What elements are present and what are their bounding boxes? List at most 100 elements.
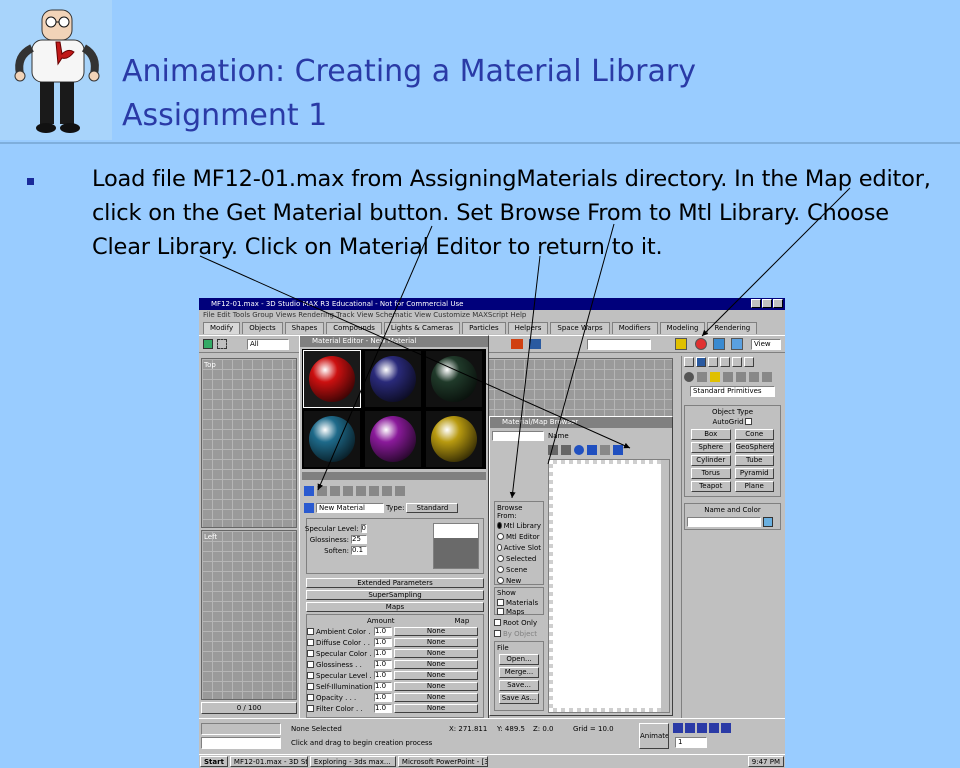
create-tab-icon[interactable]: [684, 356, 694, 367]
primitive-cylinder-button[interactable]: Cylinder: [691, 455, 731, 466]
utilities-tab-icon[interactable]: [744, 356, 754, 367]
update-scene-icon[interactable]: [587, 445, 597, 455]
material-name-field[interactable]: New Material: [316, 502, 384, 513]
file-button-save[interactable]: Save...: [499, 680, 539, 691]
browse-from-radio[interactable]: [497, 522, 502, 529]
sample-slot[interactable]: [303, 350, 361, 408]
map-enable-checkbox[interactable]: [307, 683, 314, 690]
material-effects-icon[interactable]: [382, 486, 392, 496]
map-amount-field[interactable]: 1.0: [374, 649, 392, 658]
tab-shapes[interactable]: Shapes: [284, 322, 325, 334]
tab-compounds[interactable]: Compounds: [326, 322, 382, 334]
selection-filter-dropdown[interactable]: All: [247, 339, 289, 350]
systems-icon[interactable]: [762, 371, 772, 382]
region-select-icon[interactable]: [217, 339, 227, 349]
rollout-maps[interactable]: Maps: [306, 602, 484, 612]
primitive-cone-button[interactable]: Cone: [734, 429, 774, 440]
map-amount-field[interactable]: 1.0: [374, 693, 392, 702]
sample-slot[interactable]: [303, 409, 361, 468]
map-slot-button[interactable]: None: [394, 638, 478, 647]
quick-render-icon[interactable]: [731, 338, 743, 350]
space-warps-icon[interactable]: [749, 371, 759, 382]
view-small-icons-icon[interactable]: [561, 445, 571, 455]
next-frame-icon[interactable]: [709, 723, 719, 733]
go-to-end-icon[interactable]: [721, 723, 731, 733]
tab-objects[interactable]: Objects: [242, 322, 283, 334]
map-slot-button[interactable]: None: [394, 682, 478, 691]
shapes-icon[interactable]: [697, 371, 707, 382]
map-slot-button[interactable]: None: [394, 649, 478, 658]
lights-icon[interactable]: [710, 371, 720, 382]
specular-level-field[interactable]: 0: [360, 524, 367, 533]
show-map-icon[interactable]: [395, 486, 405, 496]
helpers-icon[interactable]: [736, 371, 746, 382]
file-button-open[interactable]: Open...: [499, 654, 539, 665]
delete-from-library-icon[interactable]: [600, 445, 610, 455]
cameras-icon[interactable]: [723, 371, 733, 382]
soften-field[interactable]: 0.1: [351, 546, 367, 555]
previous-frame-icon[interactable]: [685, 723, 695, 733]
map-amount-field[interactable]: 1.0: [374, 682, 392, 691]
primitive-plane-button[interactable]: Plane: [734, 481, 774, 492]
view-dropdown[interactable]: View: [751, 339, 781, 350]
tab-helpers[interactable]: Helpers: [507, 322, 549, 334]
glossiness-field[interactable]: 25: [351, 535, 367, 544]
taskbar-item-powerpoint[interactable]: Microsoft PowerPoint - [3...: [397, 756, 488, 767]
map-enable-checkbox[interactable]: [307, 628, 314, 635]
object-name-field[interactable]: [687, 516, 761, 527]
by-object-checkbox[interactable]: [494, 630, 501, 637]
primitive-sphere-button[interactable]: Sphere: [691, 442, 731, 453]
time-slider[interactable]: 0 / 100: [201, 702, 297, 714]
mirror-icon[interactable]: [511, 339, 523, 349]
view-large-icons-icon[interactable]: [574, 445, 584, 455]
map-amount-field[interactable]: 1.0: [374, 627, 392, 636]
map-enable-checkbox[interactable]: [307, 694, 314, 701]
rollout-extended-parameters[interactable]: Extended Parameters: [306, 578, 484, 588]
animate-button[interactable]: Animate: [639, 723, 669, 749]
current-frame-field[interactable]: 1: [675, 737, 707, 748]
browse-from-radio[interactable]: [497, 544, 502, 551]
object-color-swatch[interactable]: [763, 516, 773, 527]
put-to-library-icon[interactable]: [369, 486, 379, 496]
primitive-torus-button[interactable]: Torus: [691, 468, 731, 479]
tab-lights-cameras[interactable]: Lights & Cameras: [383, 322, 461, 334]
sample-slot[interactable]: [364, 350, 422, 408]
sample-slot[interactable]: [425, 409, 483, 468]
tab-modeling[interactable]: Modeling: [659, 322, 706, 334]
make-copy-icon[interactable]: [356, 486, 366, 496]
geometry-icon[interactable]: [684, 371, 694, 382]
map-enable-checkbox[interactable]: [307, 705, 314, 712]
start-button[interactable]: Start: [200, 756, 228, 767]
map-enable-checkbox[interactable]: [307, 672, 314, 679]
clear-library-icon[interactable]: [613, 445, 623, 455]
maps-checkbox[interactable]: [497, 608, 504, 615]
assign-material-icon[interactable]: [330, 486, 340, 496]
browse-from-radio[interactable]: [497, 555, 504, 562]
sample-slot-scrollbar[interactable]: [302, 472, 486, 480]
map-amount-field[interactable]: 1.0: [374, 671, 392, 680]
modify-tab-icon[interactable]: [696, 356, 706, 367]
map-slot-button[interactable]: None: [394, 671, 478, 680]
render-scene-icon[interactable]: [713, 338, 725, 350]
status-script-field[interactable]: [201, 737, 281, 749]
map-enable-checkbox[interactable]: [307, 650, 314, 657]
browse-from-radio[interactable]: [497, 533, 504, 540]
maximize-button[interactable]: [762, 299, 772, 308]
primitive-teapot-button[interactable]: Teapot: [691, 481, 731, 492]
pick-material-icon[interactable]: [304, 502, 314, 513]
rollout-supersampling[interactable]: SuperSampling: [306, 590, 484, 600]
hierarchy-tab-icon[interactable]: [708, 356, 718, 367]
map-slot-button[interactable]: None: [394, 693, 478, 702]
file-button-save-as[interactable]: Save As...: [499, 693, 539, 704]
browser-scrollbar[interactable]: [661, 460, 669, 712]
app-menubar[interactable]: File Edit Tools Group Views Rendering Tr…: [199, 310, 785, 321]
primitive-pyramid-button[interactable]: Pyramid: [734, 468, 774, 479]
named-selection-field[interactable]: [587, 339, 651, 350]
primitive-tube-button[interactable]: Tube: [734, 455, 774, 466]
root-only-checkbox[interactable]: [494, 619, 501, 626]
map-amount-field[interactable]: 1.0: [374, 704, 392, 713]
taskbar-item-explorer[interactable]: Exploring - 3ds max...: [309, 756, 396, 767]
go-to-start-icon[interactable]: [673, 723, 683, 733]
close-button[interactable]: [773, 299, 783, 308]
play-icon[interactable]: [697, 723, 707, 733]
